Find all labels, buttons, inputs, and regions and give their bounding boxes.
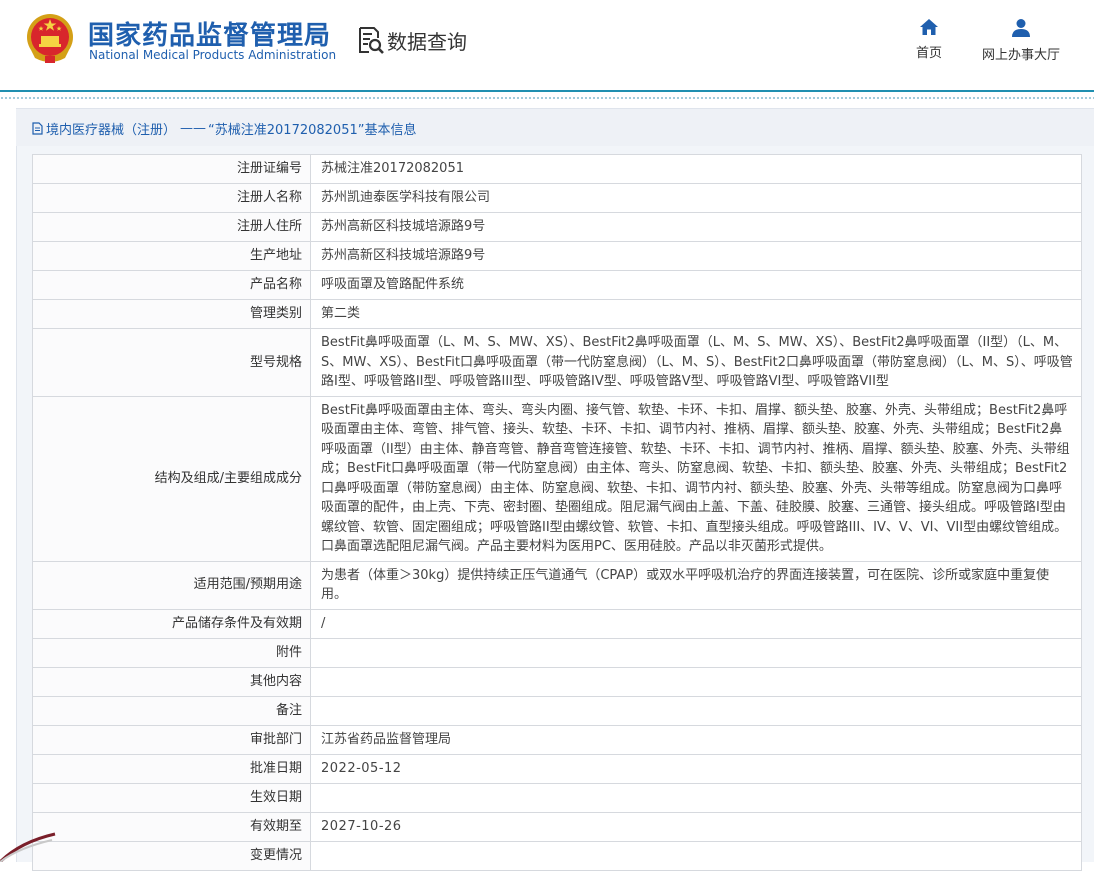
field-label: 产品名称 bbox=[32, 270, 311, 300]
field-label: 生产地址 bbox=[32, 241, 311, 271]
field-value: 江苏省药品监督管理局 bbox=[310, 724, 1082, 755]
home-icon bbox=[920, 19, 938, 35]
field-label: 注册人名称 bbox=[32, 183, 311, 213]
table-row: 注册人名称 苏州凯迪泰医学科技有限公司 bbox=[32, 183, 1082, 213]
field-label: 产品储存条件及有效期 bbox=[32, 608, 311, 639]
table-row: 附件 bbox=[32, 637, 1082, 668]
registration-info-table: 注册证编号 苏械注准20172082051 注册人名称 苏州凯迪泰医学科技有限公司 注册… bbox=[32, 154, 1082, 871]
header-divider bbox=[0, 90, 1094, 92]
field-label: 其他内容 bbox=[32, 666, 311, 697]
field-value: 呼吸面罩及管路配件系统 bbox=[310, 270, 1082, 300]
nav-home-label: 首页 bbox=[915, 46, 942, 61]
table-row: 其他内容 bbox=[32, 666, 1082, 697]
field-value: 2027-10-26 bbox=[310, 811, 1082, 842]
table-row: 注册人住所 苏州高新区科技城培源路9号 bbox=[32, 212, 1082, 242]
user-icon bbox=[1012, 19, 1030, 37]
table-row: 型号规格 BestFit鼻呼吸面罩（L、M、S、MW、XS）、BestFit2鼻呼… bbox=[32, 328, 1082, 397]
field-label: 型号规格 bbox=[32, 328, 311, 397]
site-title-english: National Medical Products Administration bbox=[89, 48, 337, 62]
dotted-divider bbox=[0, 96, 1094, 100]
field-value bbox=[310, 782, 1082, 813]
field-label: 结构及组成/主要组成成分 bbox=[32, 395, 311, 562]
table-row: 批准日期 2022-05-12 bbox=[32, 753, 1082, 784]
document-icon bbox=[32, 122, 43, 135]
field-label: 审批部门 bbox=[32, 724, 311, 755]
field-value: 为患者（体重＞30kg）提供持续正压气道通气（CPAP）或双水平呼吸机治疗的界面… bbox=[310, 560, 1082, 610]
breadcrumb-separator: —— bbox=[180, 121, 207, 136]
data-query-label: 数据查询 bbox=[387, 29, 467, 54]
field-value bbox=[310, 840, 1082, 871]
table-row: 有效期至 2027-10-26 bbox=[32, 811, 1082, 842]
breadcrumb-bar: 境内医疗器械（注册） —— “苏械注准20172082051”基本信息 bbox=[16, 108, 1094, 148]
field-value: 苏械注准20172082051 bbox=[310, 154, 1082, 184]
field-label: 备注 bbox=[32, 695, 311, 726]
field-label: 适用范围/预期用途 bbox=[32, 560, 311, 610]
document-search-icon bbox=[359, 27, 384, 54]
field-value: BestFit鼻呼吸面罩（L、M、S、MW、XS）、BestFit2鼻呼吸面罩（… bbox=[310, 328, 1082, 397]
nav-home[interactable]: 首页 bbox=[908, 18, 950, 61]
table-row: 产品名称 呼吸面罩及管路配件系统 bbox=[32, 270, 1082, 300]
field-value: 苏州高新区科技城培源路9号 bbox=[310, 212, 1082, 242]
nav-online-service-hall-label: 网上办事大厅 bbox=[981, 48, 1060, 63]
field-label: 注册证编号 bbox=[32, 154, 311, 184]
field-value: 第二类 bbox=[310, 299, 1082, 329]
table-row: 注册证编号 苏械注准20172082051 bbox=[32, 154, 1082, 184]
breadcrumb: 境内医疗器械（注册） —— “苏械注准20172082051”基本信息 bbox=[31, 119, 416, 138]
table-row: 管理类别 第二类 bbox=[32, 299, 1082, 329]
breadcrumb-current: “苏械注准20172082051”基本信息 bbox=[208, 123, 417, 138]
site-header: 国家药品监督管理局 National Medical Products Admi… bbox=[0, 0, 1094, 92]
table-row: 生产地址 苏州高新区科技城培源路9号 bbox=[32, 241, 1082, 271]
table-row: 审批部门 江苏省药品监督管理局 bbox=[32, 724, 1082, 755]
site-title: 国家药品监督管理局 bbox=[88, 21, 332, 51]
table-row: 适用范围/预期用途 为患者（体重＞30kg）提供持续正压气道通气（CPAP）或双水… bbox=[32, 560, 1082, 610]
field-label: 有效期至 bbox=[32, 811, 311, 842]
field-value bbox=[310, 695, 1082, 726]
field-label: 管理类别 bbox=[32, 299, 311, 329]
field-value bbox=[310, 637, 1082, 668]
national-emblem-icon bbox=[27, 14, 73, 63]
field-value: / bbox=[310, 608, 1082, 639]
table-row: 结构及组成/主要组成成分 BestFit鼻呼吸面罩由主体、弯头、弯头内圈、接气管、… bbox=[32, 395, 1082, 562]
data-query-title: 数据查询 bbox=[355, 26, 467, 54]
field-value: 2022-05-12 bbox=[310, 753, 1082, 784]
field-label: 注册人住所 bbox=[32, 212, 311, 242]
nav-online-service-hall[interactable]: 网上办事大厅 bbox=[976, 18, 1066, 63]
field-value: BestFit鼻呼吸面罩由主体、弯头、弯头内圈、接气管、软垫、卡环、卡扣、眉撑、… bbox=[310, 395, 1082, 562]
table-row: 变更情况 bbox=[32, 840, 1082, 871]
table-row: 产品储存条件及有效期 / bbox=[32, 608, 1082, 639]
field-label: 批准日期 bbox=[32, 753, 311, 784]
field-label: 变更情况 bbox=[32, 840, 311, 871]
breadcrumb-category-link[interactable]: 境内医疗器械（注册） bbox=[46, 119, 176, 138]
detail-panel: 注册证编号 苏械注准20172082051 注册人名称 苏州凯迪泰医学科技有限公司 注册… bbox=[16, 146, 1094, 871]
field-value: 苏州凯迪泰医学科技有限公司 bbox=[310, 183, 1082, 213]
table-row: 生效日期 bbox=[32, 782, 1082, 813]
table-row: 备注 bbox=[32, 695, 1082, 726]
field-value: 苏州高新区科技城培源路9号 bbox=[310, 241, 1082, 271]
field-value bbox=[310, 666, 1082, 697]
pen-corner-decoration bbox=[0, 832, 56, 862]
field-label: 生效日期 bbox=[32, 782, 311, 813]
field-label: 附件 bbox=[32, 637, 311, 668]
